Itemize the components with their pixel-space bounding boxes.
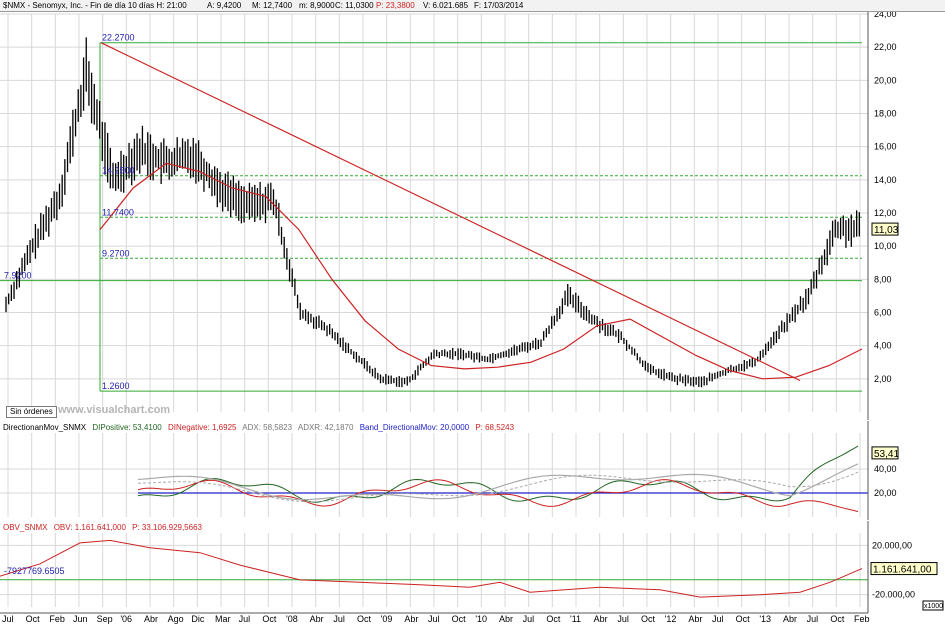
x-tick-label: Jul bbox=[239, 614, 251, 624]
dm-panel: 40,00 20,00 53,41 bbox=[0, 421, 899, 520]
high-value: M: 12,7400 bbox=[252, 1, 293, 10]
price-tick-label: 16,00 bbox=[874, 142, 897, 152]
downtrend-line bbox=[100, 42, 801, 382]
x-tick-label: Abr bbox=[688, 614, 702, 624]
x-tick-label: '11 bbox=[570, 614, 581, 624]
sin-ordenes-button[interactable]: Sin órdenes bbox=[6, 406, 57, 418]
x-tick-label: Oct bbox=[357, 614, 372, 624]
price-tick-label: 14,00 bbox=[874, 175, 897, 185]
x-tick-label: Oct bbox=[26, 614, 41, 624]
symbol-label: $NMX - Senomyx, Inc. - Fin de día 10 día… bbox=[3, 1, 187, 10]
x-tick-label: Feb bbox=[49, 614, 65, 624]
price-tick-label: 10,00 bbox=[874, 241, 897, 251]
x-tick-label: '10 bbox=[475, 614, 487, 624]
x-tick-label: Jul bbox=[333, 614, 345, 624]
dm-diminus-line bbox=[137, 479, 859, 513]
x-tick-label: Oct bbox=[262, 614, 277, 624]
trend-line bbox=[100, 42, 801, 382]
dm-tick-label: 20,00 bbox=[874, 488, 897, 498]
price-tick-label: 18,00 bbox=[874, 109, 897, 119]
level-label: 22.2700 bbox=[102, 33, 135, 43]
watermark-text: www.visualchart.com bbox=[58, 404, 171, 416]
price-bars bbox=[5, 37, 860, 388]
time-x-axis: Jul Oct Feb Jun Sep '06 Abr Ago Dic Mar Jul Oct '08 A… bbox=[0, 612, 870, 624]
obv-tick-label: 20.000,00 bbox=[872, 540, 912, 550]
x-tick-label: Mar bbox=[215, 614, 231, 624]
obv-left-label: -7927769.6505 bbox=[4, 566, 65, 576]
x-tick-label: Ago bbox=[168, 614, 184, 624]
volume-value: V: 6.021.685 bbox=[423, 1, 469, 10]
x-tick-label: Oct bbox=[736, 614, 751, 624]
x-tick-label: '08 bbox=[286, 614, 298, 624]
close-value: C: 11,0300 bbox=[335, 1, 374, 10]
level-label: 14.2500 bbox=[102, 166, 135, 176]
chart-title-bar: $NMX - Senomyx, Inc. - Fin de día 10 día… bbox=[0, 0, 945, 12]
open-value: A: 9,4200 bbox=[207, 1, 242, 10]
x-tick-label: Abr bbox=[783, 614, 797, 624]
obv-last-label: 1.161.641,00 bbox=[873, 565, 932, 576]
dm-y-axis: 40,00 20,00 53,41 bbox=[867, 421, 899, 520]
level-label: 11.7400 bbox=[102, 207, 134, 217]
obv-line bbox=[0, 539, 863, 598]
p-value: P: 23,3800 bbox=[376, 1, 415, 10]
x-tick-label: Abr bbox=[404, 614, 418, 624]
obv-tick-label: -20.000,00 bbox=[872, 590, 915, 600]
x-tick-label: Oct bbox=[641, 614, 656, 624]
level-label: 1.2600 bbox=[102, 381, 130, 391]
price-panel: 22.270014.250011.74009.27007.92001.2600 … bbox=[0, 12, 899, 420]
x-tick-label: Oct bbox=[830, 614, 845, 624]
x-tick-label: Feb bbox=[854, 614, 870, 624]
x-tick-label: Oct bbox=[452, 614, 467, 624]
x-tick-label: '12 bbox=[665, 614, 677, 624]
level-label: 9.2700 bbox=[102, 248, 130, 258]
date-value: F: 17/03/2014 bbox=[474, 1, 524, 10]
price-tick-label: 22,00 bbox=[874, 42, 897, 52]
price-tick-label: 20,00 bbox=[874, 75, 897, 85]
dm-tick-label: 40,00 bbox=[874, 464, 897, 474]
x-tick-label: Jul bbox=[523, 614, 535, 624]
dm-lines bbox=[137, 445, 868, 513]
dm-last-label: 53,41 bbox=[874, 449, 899, 460]
last-price-label: 11,03 bbox=[874, 225, 899, 236]
x-tick-label: Jul bbox=[712, 614, 724, 624]
obv-panel: 20.000,00 -20.000,00 -7927769.6505 1.161.64… bbox=[0, 521, 944, 624]
x-tick-label: '13 bbox=[759, 614, 771, 624]
obv-y-axis: 20.000,00 -20.000,00 -7927769.6505 1.161.64… bbox=[4, 521, 944, 613]
x-tick-label: Abr bbox=[144, 614, 158, 624]
obv-scale-label: x1000 bbox=[924, 603, 943, 610]
x-tick-label: Jul bbox=[2, 614, 14, 624]
price-tick-label: 24,00 bbox=[874, 12, 897, 19]
x-tick-label: Jul bbox=[617, 614, 629, 624]
x-tick-label: Jun bbox=[73, 614, 88, 624]
x-tick-label: '06 bbox=[120, 614, 132, 624]
price-tick-label: 2,00 bbox=[874, 374, 892, 384]
x-tick-label: Abr bbox=[499, 614, 513, 624]
x-tick-label: '09 bbox=[381, 614, 393, 624]
x-tick-label: Abr bbox=[310, 614, 324, 624]
x-tick-label: Jul bbox=[807, 614, 819, 624]
price-tick-label: 12,00 bbox=[874, 208, 897, 218]
x-tick-label: Jul bbox=[428, 614, 440, 624]
level-annotations: 22.2700 14.2500 11.7400 9.2700 7.9200 1.2600 bbox=[4, 33, 135, 391]
x-tick-label: Dic bbox=[191, 614, 204, 624]
x-tick-label: Oct bbox=[546, 614, 561, 624]
price-tick-label: 4,00 bbox=[874, 341, 892, 351]
price-tick-label: 6,00 bbox=[874, 308, 892, 318]
level-label: 7.9200 bbox=[4, 271, 32, 281]
x-tick-label: Abr bbox=[594, 614, 608, 624]
x-tick-label: Sep bbox=[97, 614, 113, 624]
dm-grid bbox=[0, 433, 868, 517]
price-y-axis: 24,00 22,00 20,00 18,00 16,00 14,00 12,00 10,00… bbox=[867, 12, 899, 420]
low-value: m: 8,9000 bbox=[299, 1, 335, 10]
price-tick-label: 8,00 bbox=[874, 274, 892, 284]
